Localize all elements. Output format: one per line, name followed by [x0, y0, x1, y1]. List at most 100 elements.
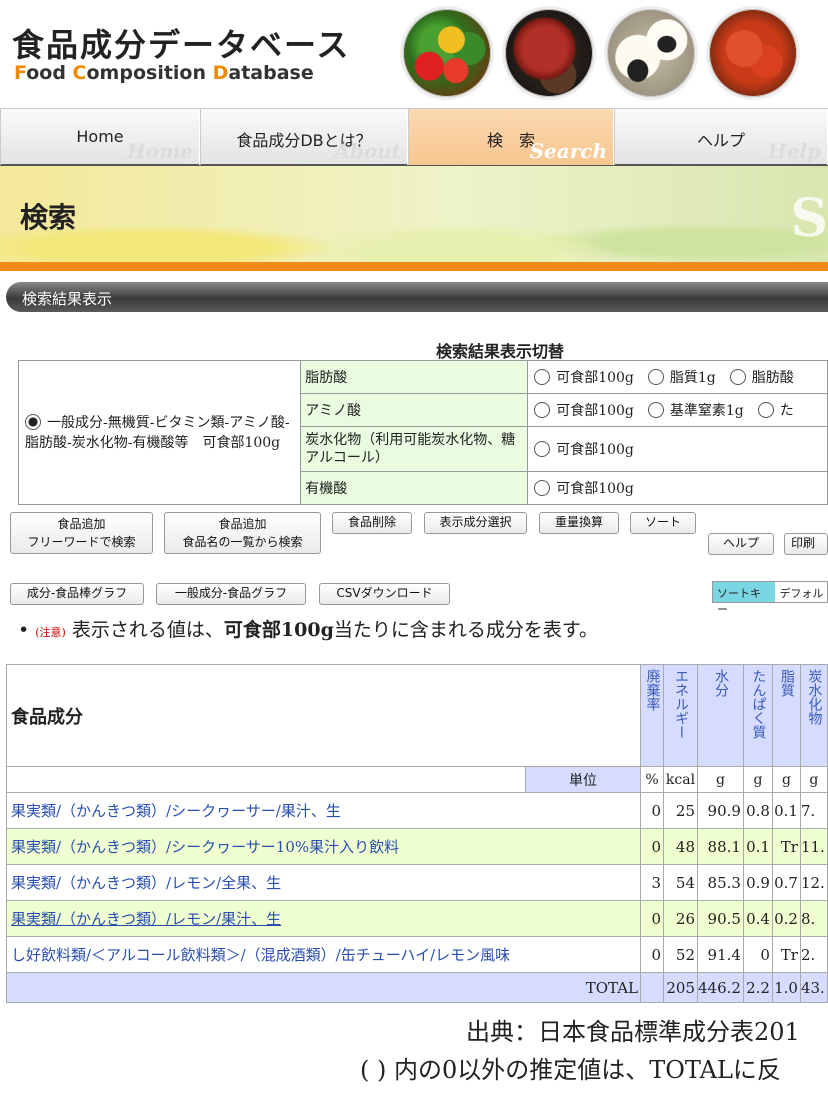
switch-category-carbohydrate: 炭水化物（利用可能炭水化物、糖アルコール）: [300, 426, 529, 472]
column-header[interactable]: たんぱく質: [742, 664, 773, 767]
unit-label: 単位: [525, 766, 641, 793]
table-cell: 0.1: [771, 792, 801, 829]
weight-convert-button[interactable]: 重量換算: [539, 512, 619, 534]
food-name-link[interactable]: し好飲料類/＜アルコール飲料類＞/（混成酒類）/缶チューハイ/レモン風味: [6, 936, 641, 973]
general-graph-button[interactable]: 一般成分-食品グラフ: [156, 583, 306, 605]
table-cell: 90.9: [697, 792, 744, 829]
csv-download-button[interactable]: CSVダウンロード: [319, 583, 450, 605]
radio-icon[interactable]: [534, 441, 551, 458]
results-heading: 食品成分: [6, 664, 641, 767]
food-name-link[interactable]: 果実類/（かんきつ類）/シークヮーサー10%果汁入り飲料: [6, 828, 641, 865]
column-header-label: 炭水化物: [806, 669, 823, 725]
switch-category-amino-acid: アミノ酸: [300, 393, 529, 428]
nav-search[interactable]: 検 索 Search: [408, 109, 614, 165]
radio-icon[interactable]: [534, 402, 551, 419]
radio-selected-icon[interactable]: [25, 413, 41, 430]
radio-icon[interactable]: [534, 369, 551, 386]
table-cell: 0.8: [742, 792, 773, 829]
sort-key-label: ソートキー: [713, 582, 776, 616]
table-row: 果実類/（かんきつ類）/シークヮーサー/果汁、生 0 25 90.9 0.8 0…: [6, 792, 828, 829]
switch-options-carbohydrate: 可食部100g: [527, 426, 828, 472]
column-header[interactable]: 水分: [697, 664, 744, 767]
food-name-link[interactable]: 果実類/（かんきつ類）/シークヮーサー/果汁、生: [6, 792, 641, 829]
bar-graph-button[interactable]: 成分-食品棒グラフ: [10, 583, 144, 605]
print-button[interactable]: 印刷: [784, 533, 828, 555]
meat-photo: [502, 6, 596, 100]
column-header[interactable]: 炭水化物: [799, 664, 828, 767]
table-cell: 12.: [799, 864, 828, 901]
table-row: 果実類/（かんきつ類）/レモン/全果、生 3 54 85.3 0.9 0.7 1…: [6, 864, 828, 901]
table-cell: 0.4: [742, 900, 773, 937]
table-cell: 8.: [799, 900, 828, 937]
logo-letter: F: [14, 62, 27, 84]
table-cell: 54: [663, 864, 698, 901]
table-cell: Tr: [771, 828, 801, 865]
logo-english[interactable]: Food Composition Database: [14, 62, 314, 84]
radio-icon[interactable]: [534, 479, 551, 496]
logo-letter: C: [72, 62, 87, 84]
column-header[interactable]: 脂質: [771, 664, 801, 767]
table-cell: [640, 972, 664, 1003]
switch-option[interactable]: た: [757, 402, 794, 419]
table-cell: 52: [663, 936, 698, 973]
nav-help-sublabel: Help: [767, 139, 821, 163]
table-cell: 0.7: [771, 864, 801, 901]
page-title: 検索: [20, 201, 77, 234]
column-header[interactable]: エネルギー: [663, 664, 698, 767]
button-line: 食品追加: [57, 517, 106, 531]
option-label: 可食部100g: [556, 480, 634, 497]
add-food-list-button[interactable]: 食品追加 食品名の一覧から検索: [164, 512, 321, 554]
radio-icon[interactable]: [757, 402, 774, 419]
sort-key-select[interactable]: ソートキー デフォル: [712, 581, 828, 616]
button-line: フリーワードで検索: [27, 535, 136, 549]
radio-icon[interactable]: [647, 369, 664, 386]
switch-default-cell[interactable]: 一般成分-無機質-ビタミン類-アミノ酸-脂肪酸-炭水化物-有機酸等 可食部100…: [17, 360, 302, 505]
table-cell: 1.0: [771, 972, 801, 1003]
column-header-label: 脂質: [778, 669, 795, 697]
table-cell: 446.2: [697, 972, 744, 1003]
switch-option[interactable]: 脂質1g: [647, 369, 716, 387]
radio-icon[interactable]: [647, 402, 664, 419]
note-text-post: 当たりに含まれる成分を表す。: [333, 619, 598, 641]
section-title-bar: 検索結果表示: [6, 282, 828, 312]
unit-cell: g: [742, 766, 773, 793]
radio-icon[interactable]: [729, 369, 746, 386]
total-row: TOTAL 205 446.2 2.2 1.0 43.: [6, 972, 828, 1003]
main-nav: Home Home 食品成分DBとは？ About 検 索 Search ヘルプ…: [0, 108, 828, 166]
switch-option[interactable]: 可食部100g: [534, 402, 634, 420]
nav-help[interactable]: ヘルプ Help: [614, 109, 828, 165]
button-line: 食品名の一覧から検索: [182, 535, 303, 549]
delete-food-button[interactable]: 食品削除: [332, 512, 412, 534]
food-name-link[interactable]: 果実類/（かんきつ類）/レモン/果汁、生: [6, 900, 641, 937]
option-label: 脂肪酸: [751, 370, 794, 387]
column-header[interactable]: 廃棄率: [640, 664, 664, 767]
switch-option[interactable]: 可食部100g: [534, 479, 634, 497]
table-cell: 90.5: [697, 900, 744, 937]
display-switcher: 一般成分-無機質-ビタミン類-アミノ酸-脂肪酸-炭水化物-有機酸等 可食部100…: [17, 359, 828, 506]
food-name-link[interactable]: 果実類/（かんきつ類）/レモン/全果、生: [6, 864, 641, 901]
switch-option[interactable]: 基準窒素1g: [647, 402, 744, 419]
table-row: 果実類/（かんきつ類）/レモン/果汁、生 0 26 90.5 0.4 0.2 8…: [6, 900, 828, 937]
unit-cell: g: [799, 766, 828, 793]
switch-option[interactable]: 可食部100g: [534, 369, 634, 386]
switch-option[interactable]: 可食部100g: [534, 441, 634, 458]
nav-home-sublabel: Home: [126, 139, 193, 163]
nav-home[interactable]: Home Home: [0, 109, 200, 165]
table-row: し好飲料類/＜アルコール飲料類＞/（混成酒類）/缶チューハイ/レモン風味 0 5…: [6, 936, 828, 973]
sort-button[interactable]: ソート: [630, 512, 696, 534]
option-label: 可食部100g: [556, 403, 634, 420]
banner-decoration: S: [790, 188, 828, 249]
table-row: 果実類/（かんきつ類）/シークヮーサー10%果汁入り飲料 0 48 88.1 0…: [6, 828, 828, 865]
help-button[interactable]: ヘルプ: [708, 533, 774, 555]
logo-japanese[interactable]: 食品成分データベース: [12, 20, 350, 66]
table-cell: 3: [640, 864, 664, 901]
option-label: 脂質1g: [669, 370, 716, 387]
rice-ball-photo: [604, 6, 698, 100]
switch-option[interactable]: 脂肪酸: [729, 369, 794, 387]
table-cell: 0.1: [742, 828, 773, 865]
bullet-icon: •: [18, 619, 30, 641]
select-component-button[interactable]: 表示成分選択: [424, 512, 527, 534]
logo-word: atabase: [228, 62, 314, 84]
add-food-freeword-button[interactable]: 食品追加 フリーワードで検索: [10, 512, 153, 554]
nav-about[interactable]: 食品成分DBとは？ About: [200, 109, 408, 165]
